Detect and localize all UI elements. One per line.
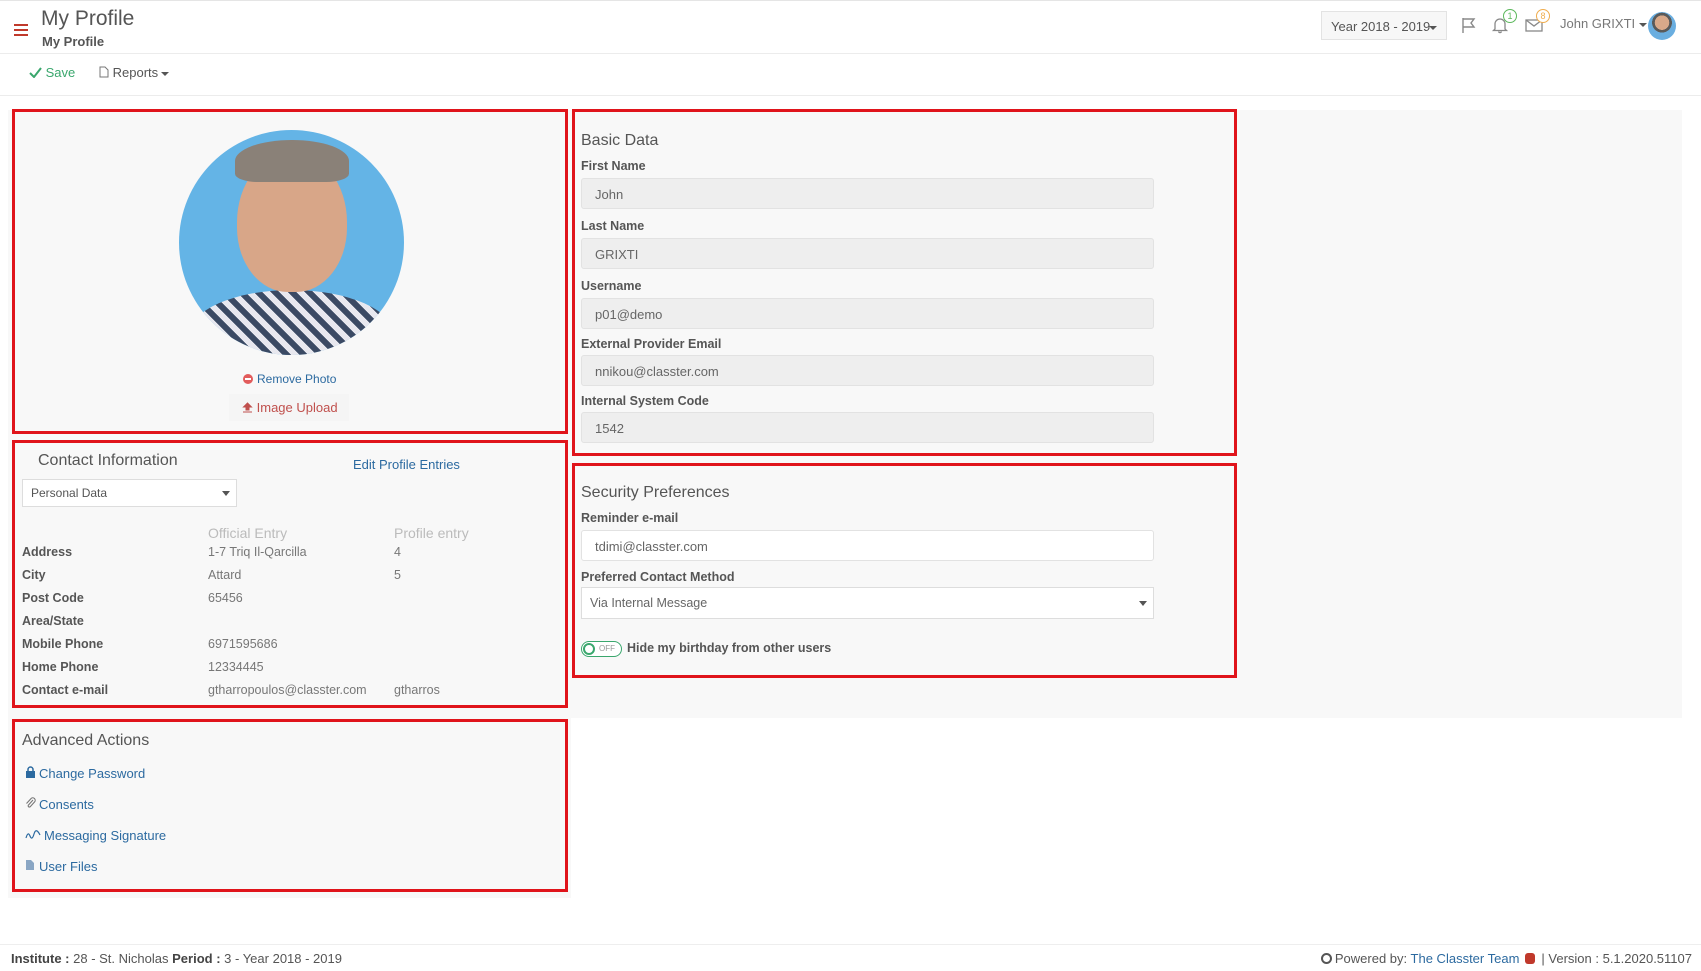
consents-link[interactable]: Consents	[25, 797, 94, 812]
messaging-signature-link[interactable]: Messaging Signature	[25, 828, 166, 843]
footer-powered-by: Powered by: The Classter Team | Version :…	[1320, 951, 1692, 966]
hide-birthday-label: Hide my birthday from other users	[627, 641, 832, 655]
minus-circle-icon	[243, 374, 253, 384]
year-select-value: Year 2018 - 2019	[1331, 19, 1431, 34]
contact-category-select[interactable]: Personal Data	[22, 479, 237, 507]
advanced-actions-title: Advanced Actions	[22, 732, 150, 749]
remove-photo-label: Remove Photo	[257, 372, 337, 386]
reminder-email-label: Reminder e-mail	[581, 511, 679, 525]
file-icon	[99, 66, 109, 78]
first-name-label: First Name	[581, 159, 646, 173]
table-row: Area/State	[22, 614, 84, 628]
menu-hamburger-icon[interactable]	[14, 24, 28, 36]
contact-information-panel: Contact Information Edit Profile Entries…	[12, 440, 568, 708]
upload-icon	[242, 402, 253, 413]
chevron-down-icon	[1139, 601, 1147, 606]
hide-birthday-toggle[interactable]: OFF	[581, 641, 622, 657]
chevron-down-icon	[161, 71, 170, 76]
security-title: Security Preferences	[581, 484, 730, 501]
top-bar: My Profile My Profile Year 2018 - 2019 1…	[0, 0, 1701, 54]
advanced-actions-panel: Advanced Actions Change Password Consent…	[12, 719, 568, 892]
page-title: My Profile	[41, 7, 135, 30]
avatar[interactable]	[1648, 12, 1676, 40]
security-preferences-panel: Security Preferences Reminder e-mail tdi…	[572, 463, 1237, 678]
last-name-field: GRIXTI	[581, 238, 1154, 269]
version-text: | Version : 5.1.2020.51107	[1541, 951, 1692, 966]
change-password-link[interactable]: Change Password	[25, 766, 145, 781]
check-icon	[29, 67, 42, 79]
consents-label: Consents	[39, 797, 94, 812]
bell-icon[interactable]: 1	[1491, 9, 1517, 34]
contact-method-value: Via Internal Message	[590, 596, 708, 610]
edit-profile-entries-link[interactable]: Edit Profile Entries	[353, 457, 460, 472]
username-label: Username	[581, 279, 642, 293]
contact-method-select[interactable]: Via Internal Message	[581, 587, 1154, 619]
reminder-email-input[interactable]: tdimi@classter.com	[581, 530, 1154, 561]
reports-dropdown[interactable]: Reports	[99, 65, 170, 80]
lock-icon	[25, 766, 36, 781]
remove-photo-button[interactable]: Remove Photo	[243, 372, 336, 386]
basic-data-panel: Basic Data First Name John Last Name GRI…	[572, 109, 1237, 456]
paperclip-icon	[25, 797, 36, 812]
user-files-link[interactable]: User Files	[25, 859, 98, 874]
toggle-state: OFF	[599, 644, 615, 653]
system-code-field: 1542	[581, 412, 1154, 443]
save-button[interactable]: Save	[29, 65, 75, 80]
bug-icon[interactable]	[1525, 953, 1536, 964]
table-row: Address 1-7 Triq Il-Qarcilla 4	[22, 545, 401, 559]
contact-method-label: Preferred Contact Method	[581, 570, 735, 584]
copyright-icon	[1320, 953, 1332, 964]
table-row: Post Code 65456	[22, 591, 243, 605]
basic-data-title: Basic Data	[581, 132, 659, 149]
external-email-field: nnikou@classter.com	[581, 355, 1154, 386]
chevron-down-icon	[1429, 26, 1437, 30]
year-select[interactable]: Year 2018 - 2019	[1321, 11, 1447, 40]
envelope-icon[interactable]: 8	[1524, 9, 1550, 34]
user-name: John GRIXTI	[1560, 16, 1636, 31]
image-upload-label: Image Upload	[256, 400, 338, 415]
user-menu[interactable]: John GRIXTI	[1560, 16, 1648, 31]
profile-entry-header: Profile entry	[394, 525, 469, 541]
notifications-badge: 1	[1503, 9, 1517, 23]
contact-category-value: Personal Data	[31, 486, 108, 500]
file-icon	[25, 859, 36, 874]
signature-icon	[25, 829, 41, 843]
change-password-label: Change Password	[39, 766, 146, 781]
messages-badge: 8	[1536, 9, 1550, 23]
system-code-label: Internal System Code	[581, 394, 709, 408]
last-name-label: Last Name	[581, 219, 645, 233]
footer-institute-info: Institute : 28 - St. Nicholas Period : 3…	[11, 951, 342, 966]
first-name-field: John	[581, 178, 1154, 209]
table-row: Home Phone 12334445	[22, 660, 264, 674]
official-entry-header: Official Entry	[208, 525, 288, 541]
profile-photo-panel: Remove Photo Image Upload	[12, 109, 568, 434]
user-files-label: User Files	[39, 859, 98, 874]
image-upload-button[interactable]: Image Upload	[229, 394, 349, 421]
flag-icon[interactable]	[1460, 16, 1480, 34]
chevron-down-icon	[1639, 22, 1648, 27]
messaging-signature-label: Messaging Signature	[44, 828, 167, 843]
external-email-label: External Provider Email	[581, 337, 722, 351]
footer: Institute : 28 - St. Nicholas Period : 3…	[0, 944, 1701, 971]
reports-label: Reports	[112, 65, 159, 80]
breadcrumb[interactable]: My Profile	[42, 34, 104, 49]
contact-title: Contact Information	[38, 452, 178, 469]
chevron-down-icon	[222, 491, 230, 496]
save-label: Save	[45, 65, 76, 80]
table-row: Mobile Phone 6971595686	[22, 637, 278, 651]
table-row: City Attard 5	[22, 568, 401, 582]
username-field: p01@demo	[581, 298, 1154, 329]
classter-team-link[interactable]: The Classter Team	[1411, 951, 1520, 966]
toolbar: Save Reports	[0, 55, 1701, 96]
profile-photo	[179, 130, 404, 355]
table-row: Contact e-mail gtharropoulos@classter.co…	[22, 683, 440, 697]
